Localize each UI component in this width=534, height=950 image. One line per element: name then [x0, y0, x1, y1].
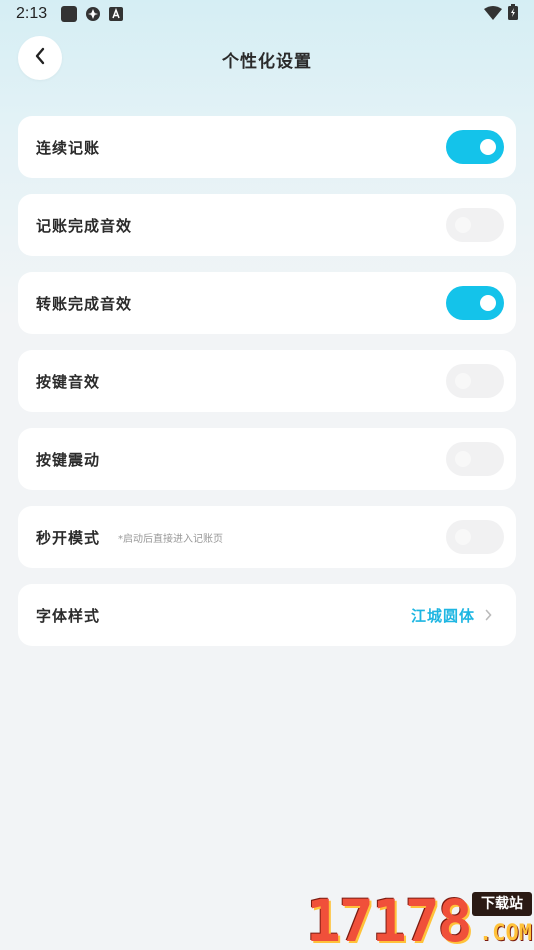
setting-bookkeeping-sound: 记账完成音效 — [18, 194, 516, 256]
status-bar: 2:13 — [0, 0, 534, 28]
chevron-left-icon — [34, 47, 46, 69]
back-button[interactable] — [18, 36, 62, 80]
transfer-sound-toggle[interactable] — [446, 286, 504, 320]
setting-label: 记账完成音效 — [36, 216, 133, 235]
setting-instant-open: 秒开模式 *启动后直接进入记账页 — [18, 506, 516, 568]
wifi-icon — [484, 5, 502, 24]
letter-a-icon — [109, 7, 124, 21]
setting-key-sound: 按键音效 — [18, 350, 516, 412]
watermark-suffix: .COM — [479, 921, 532, 946]
setting-key-vibration: 按键震动 — [18, 428, 516, 490]
status-time: 2:13 — [16, 5, 48, 22]
setting-subtext: *启动后直接进入记账页 — [118, 533, 224, 545]
watermark-logo: 17178 下载站 .COM — [306, 888, 534, 950]
font-style-value: 江城圆体 — [410, 606, 475, 625]
toggle-knob — [480, 295, 496, 311]
setting-label: 字体样式 — [36, 606, 101, 625]
key-vibration-toggle[interactable] — [446, 442, 504, 476]
setting-transfer-sound: 转账完成音效 — [18, 272, 516, 334]
settings-list: 连续记账 记账完成音效 转账完成音效 按键音效 按键震动 秒开模式 *启动后直接… — [18, 116, 516, 662]
battery-icon — [508, 4, 518, 24]
toggle-knob — [455, 451, 471, 467]
toggle-knob — [480, 139, 496, 155]
toggle-knob — [455, 529, 471, 545]
toggle-knob — [455, 373, 471, 389]
setting-label: 连续记账 — [36, 138, 101, 157]
bookkeeping-sound-toggle[interactable] — [446, 208, 504, 242]
instant-open-toggle[interactable] — [446, 520, 504, 554]
setting-label: 按键震动 — [36, 450, 101, 469]
toggle-knob — [455, 217, 471, 233]
setting-label: 转账完成音效 — [36, 294, 133, 313]
continuous-bookkeeping-toggle[interactable] — [446, 130, 504, 164]
setting-continuous-bookkeeping: 连续记账 — [18, 116, 516, 178]
page-title: 个性化设置 — [222, 51, 312, 72]
chevron-right-icon — [485, 609, 492, 621]
page-header: 个性化设置 — [0, 36, 534, 82]
setting-label: 秒开模式 — [36, 528, 101, 547]
app-square-icon — [61, 6, 78, 22]
watermark-tag: 下载站 — [472, 892, 532, 916]
key-sound-toggle[interactable] — [446, 364, 504, 398]
watermark-digits: 17178 — [306, 887, 473, 950]
setting-label: 按键音效 — [36, 372, 101, 391]
setting-font-style[interactable]: 字体样式 江城圆体 — [18, 584, 516, 646]
tool-icon — [85, 6, 101, 22]
